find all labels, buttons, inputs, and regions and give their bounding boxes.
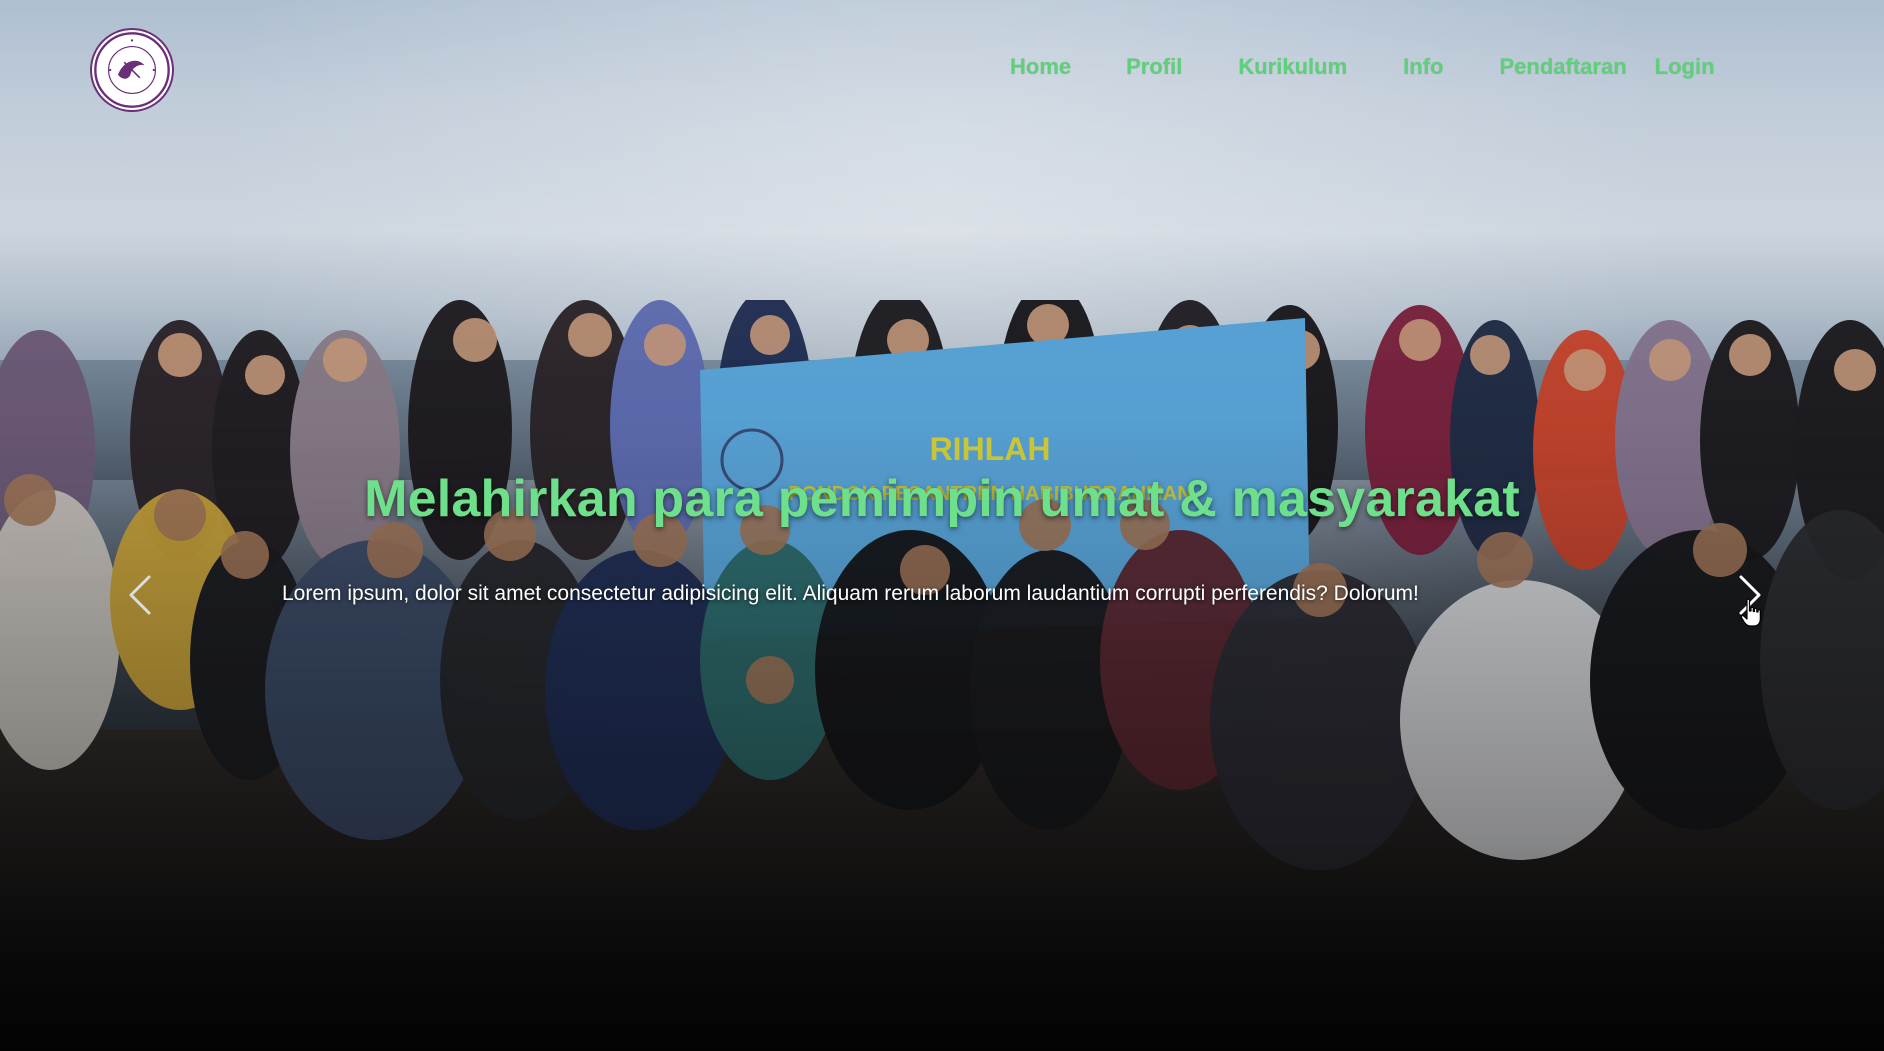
slide-description: Lorem ipsum, dolor sit amet consectetur … — [282, 582, 1419, 605]
carousel-next-button[interactable] — [1728, 570, 1772, 620]
pesantren-logo-icon — [94, 32, 170, 108]
hero-carousel: RIHLAH PONDOK PESANTREN HABIBURRAHMAN Ho… — [0, 0, 1884, 1051]
chevron-left-icon — [129, 575, 151, 615]
svg-text:RIHLAH: RIHLAH — [930, 431, 1051, 467]
slide-title: Melahirkan para pemimpin umat & masyarak… — [364, 470, 1520, 528]
nav-profil[interactable]: Profil — [1126, 54, 1182, 80]
nav-login[interactable]: Login — [1655, 54, 1715, 80]
site-logo[interactable] — [90, 28, 174, 112]
hero-background-photo: RIHLAH PONDOK PESANTREN HABIBURRAHMAN — [0, 300, 1884, 1051]
main-nav: Home Profil Kurikulum Info Pendaftaran L… — [1010, 54, 1715, 80]
carousel-prev-button[interactable] — [118, 570, 162, 620]
nav-info[interactable]: Info — [1403, 54, 1443, 80]
chevron-right-icon — [1739, 575, 1761, 615]
nav-kurikulum[interactable]: Kurikulum — [1238, 54, 1347, 80]
nav-home[interactable]: Home — [1010, 54, 1071, 80]
nav-pendaftaran[interactable]: Pendaftaran — [1499, 54, 1626, 80]
